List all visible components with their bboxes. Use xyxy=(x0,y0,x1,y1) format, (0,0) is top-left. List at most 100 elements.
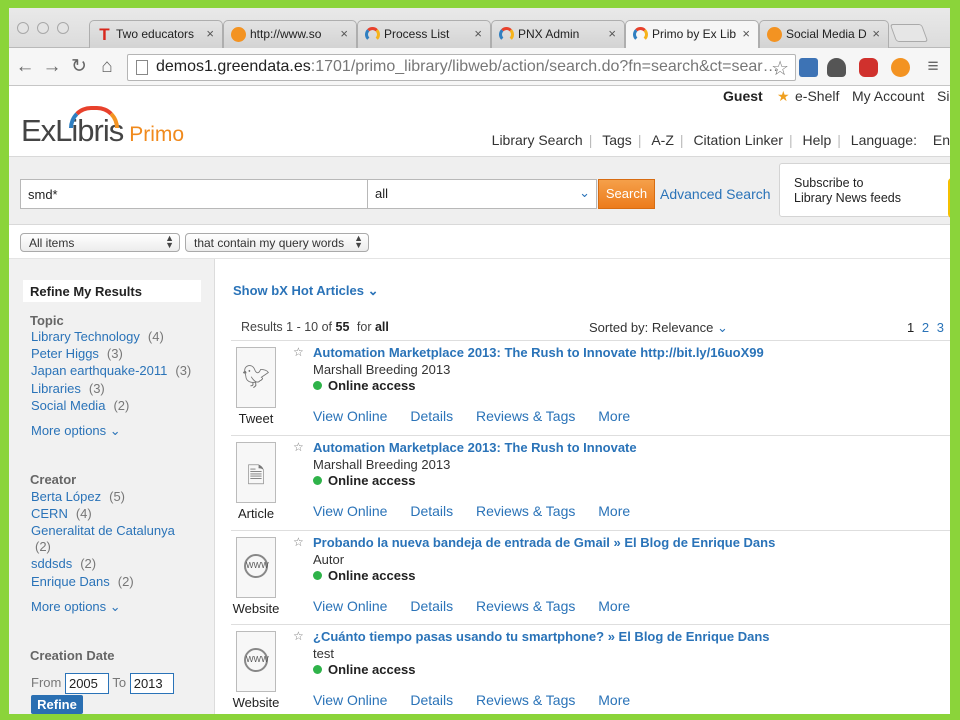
bookmark-star-icon[interactable]: ☆ xyxy=(771,56,789,81)
facet-item[interactable]: sddsds (2) xyxy=(31,556,96,571)
view-online-tab[interactable]: View Online xyxy=(313,692,387,708)
reviews-tags-tab[interactable]: Reviews & Tags xyxy=(476,598,575,614)
site-favicon-icon xyxy=(767,27,782,42)
reviews-tags-tab[interactable]: Reviews & Tags xyxy=(476,408,575,424)
add-to-eshelf-star-icon[interactable]: ☆ xyxy=(293,629,304,643)
my-account-link[interactable]: My Account xyxy=(852,88,924,104)
close-tab-icon[interactable]: × xyxy=(742,21,750,47)
nav-help[interactable]: Help xyxy=(802,132,831,148)
add-to-eshelf-star-icon[interactable]: ☆ xyxy=(293,440,304,454)
close-window-button[interactable] xyxy=(17,22,29,34)
result-title[interactable]: Automation Marketplace 2013: The Rush to… xyxy=(313,440,637,455)
bx-hot-articles-toggle[interactable]: Show bX Hot Articles ⌄ xyxy=(233,283,379,299)
scope-select[interactable]: all ⌄ xyxy=(367,179,597,209)
more-tab[interactable]: More xyxy=(598,692,630,708)
add-to-eshelf-star-icon[interactable]: ☆ xyxy=(293,345,304,359)
item-type-select[interactable]: All items ▲ ▼ xyxy=(20,233,180,252)
pocket-extension-icon[interactable] xyxy=(827,58,846,77)
view-online-tab[interactable]: View Online xyxy=(313,408,387,424)
website-thumbnail[interactable]: WWW xyxy=(236,631,276,692)
download-extension-icon[interactable] xyxy=(799,58,818,77)
more-tab[interactable]: More xyxy=(598,598,630,614)
topic-more-options[interactable]: More options ⌄ xyxy=(31,423,121,439)
more-tab[interactable]: More xyxy=(598,408,630,424)
search-input[interactable]: smd* xyxy=(20,179,368,209)
forward-arrow-icon[interactable]: → xyxy=(40,55,64,79)
facet-item[interactable]: Berta López (5) xyxy=(31,489,125,504)
facet-item[interactable]: Library Technology (4) xyxy=(31,329,164,344)
view-online-tab[interactable]: View Online xyxy=(313,503,387,519)
news-feed-subscribe[interactable]: Subscribe to Library News feeds xyxy=(779,163,950,218)
sort-value[interactable]: Relevance xyxy=(652,320,713,335)
result-title[interactable]: ¿Cuánto tiempo pasas usando tu smartphon… xyxy=(313,629,770,644)
exlibris-primo-logo[interactable]: ExLibris Primo xyxy=(21,106,184,149)
website-thumbnail[interactable]: WWW xyxy=(236,537,276,598)
date-to-input[interactable]: 2013 xyxy=(129,673,174,694)
reload-icon[interactable]: ↻ xyxy=(67,55,91,79)
article-thumbnail[interactable]: 🗎 xyxy=(236,442,276,503)
date-from-input[interactable]: 2005 xyxy=(64,673,109,694)
page-3[interactable]: 3 xyxy=(937,320,944,335)
browser-tab[interactable]: PNX Admin × xyxy=(491,20,625,48)
details-tab[interactable]: Details xyxy=(410,598,453,614)
nav-tags[interactable]: Tags xyxy=(602,132,632,148)
back-arrow-icon[interactable]: ← xyxy=(13,55,37,79)
reviews-tags-tab[interactable]: Reviews & Tags xyxy=(476,503,575,519)
details-tab[interactable]: Details xyxy=(410,503,453,519)
add-to-eshelf-star-icon[interactable]: ☆ xyxy=(293,535,304,549)
result-row: 🐦︎ Tweet ☆ Automation Marketplace 2013: … xyxy=(231,340,950,435)
close-tab-icon[interactable]: × xyxy=(872,21,880,47)
facet-item[interactable]: Peter Higgs (3) xyxy=(31,346,123,361)
browser-tab[interactable]: Social Media D × xyxy=(759,20,889,48)
language-label: Language: xyxy=(850,132,917,148)
sign-in-link[interactable]: Si xyxy=(937,88,949,104)
extension-orange-icon[interactable] xyxy=(891,58,910,77)
zoom-window-button[interactable] xyxy=(57,22,69,34)
rss-line-1: Subscribe to xyxy=(794,176,864,190)
eshelf-star-icon: ★ xyxy=(777,88,790,104)
new-tab-button[interactable] xyxy=(889,24,929,42)
close-tab-icon[interactable]: × xyxy=(474,21,482,47)
minimize-window-button[interactable] xyxy=(37,22,49,34)
match-type-select[interactable]: that contain my query words ▲ ▼ xyxy=(185,233,369,252)
more-tab[interactable]: More xyxy=(598,503,630,519)
facet-item[interactable]: Japan earthquake-2011 (3) xyxy=(31,363,191,378)
result-title[interactable]: Automation Marketplace 2013: The Rush to… xyxy=(313,345,764,360)
facet-item[interactable]: Libraries (3) xyxy=(31,381,105,396)
facet-item[interactable]: Social Media (2) xyxy=(31,398,129,413)
home-icon[interactable]: ⌂ xyxy=(95,55,119,79)
close-tab-icon[interactable]: × xyxy=(206,21,214,47)
close-tab-icon[interactable]: × xyxy=(608,21,616,47)
nav-library-search[interactable]: Library Search xyxy=(492,132,583,148)
availability-status: Online access xyxy=(313,378,415,393)
facet-item[interactable]: CERN (4) xyxy=(31,506,92,521)
facet-item[interactable]: Enrique Dans (2) xyxy=(31,574,134,589)
browser-tab[interactable]: http://www.so × xyxy=(223,20,357,48)
nav-citation-linker[interactable]: Citation Linker xyxy=(693,132,783,148)
close-tab-icon[interactable]: × xyxy=(340,21,348,47)
page-2[interactable]: 2 xyxy=(922,320,929,335)
sort-control[interactable]: Sorted by: Relevance ⌄ xyxy=(589,320,728,336)
facet-item[interactable]: Generalitat de Catalunya xyxy=(31,523,175,538)
eshelf-link[interactable]: e-Shelf xyxy=(795,88,839,104)
search-band: smd* all ⌄ Search Advanced Search Subscr… xyxy=(9,156,950,224)
refine-button[interactable]: Refine xyxy=(31,695,83,714)
page-1[interactable]: 1 xyxy=(907,320,914,335)
creator-more-options[interactable]: More options ⌄ xyxy=(31,599,121,615)
tweet-thumbnail[interactable]: 🐦︎ xyxy=(236,347,276,408)
advanced-search-link[interactable]: Advanced Search xyxy=(660,186,771,202)
address-bar[interactable]: demos1.greendata.es:1701/primo_library/l… xyxy=(127,54,796,81)
browser-tab-active[interactable]: Primo by Ex Lib × xyxy=(625,20,759,49)
details-tab[interactable]: Details xyxy=(410,408,453,424)
result-title[interactable]: Probando la nueva bandeja de entrada de … xyxy=(313,535,775,550)
language-select[interactable]: En xyxy=(933,132,950,148)
menu-icon[interactable]: ≡ xyxy=(921,55,945,79)
nav-a-z[interactable]: A-Z xyxy=(651,132,674,148)
adblock-icon[interactable] xyxy=(859,58,878,77)
view-online-tab[interactable]: View Online xyxy=(313,598,387,614)
details-tab[interactable]: Details xyxy=(410,692,453,708)
search-button[interactable]: Search xyxy=(598,179,655,209)
browser-tab[interactable]: Process List × xyxy=(357,20,491,48)
browser-tab[interactable]: T Two educators × xyxy=(89,20,223,48)
reviews-tags-tab[interactable]: Reviews & Tags xyxy=(476,692,575,708)
